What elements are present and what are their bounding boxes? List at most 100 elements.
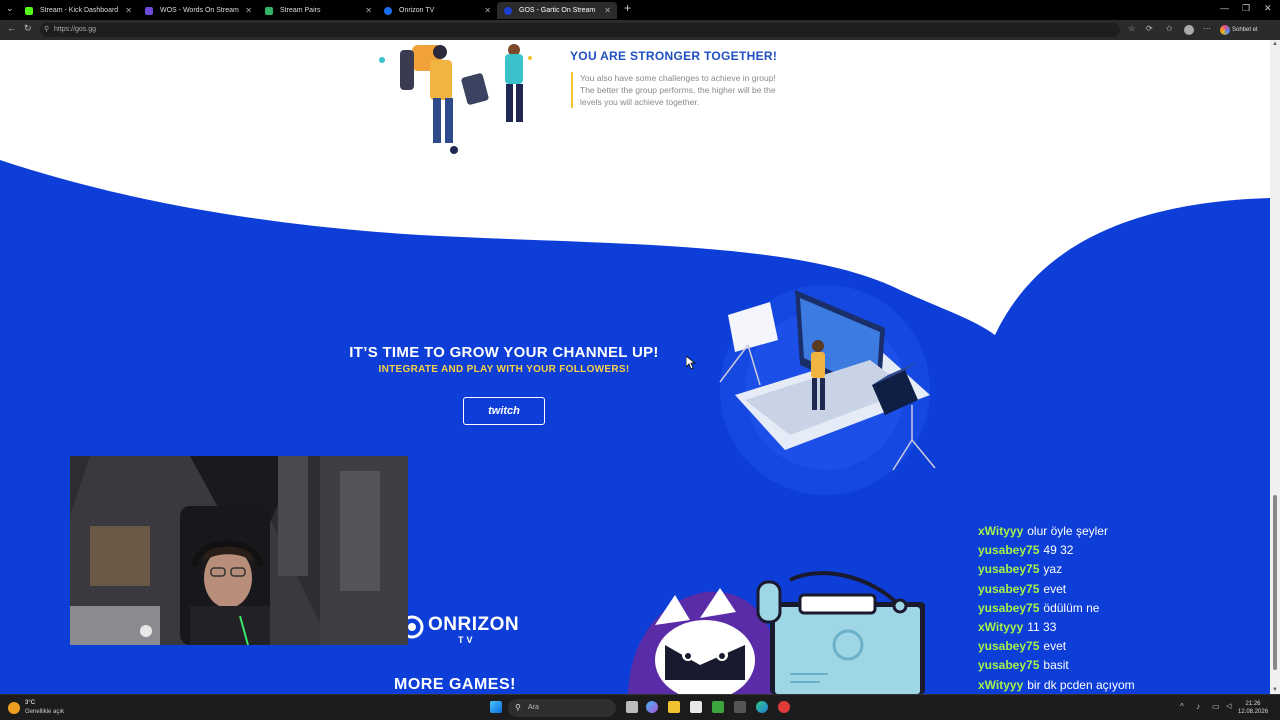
tab-label: WOS - Words On Stream <box>160 7 239 14</box>
store-icon[interactable] <box>690 701 702 713</box>
minimize-icon[interactable]: — <box>1220 3 1229 13</box>
system-clock[interactable]: 21:26 12.08.2026 <box>1238 700 1268 716</box>
twitch-login-button[interactable]: twitch <box>463 397 545 425</box>
chat-message: yusabey75 evet <box>978 637 1268 656</box>
scroll-up-icon[interactable]: ▲ <box>1272 41 1278 47</box>
file-explorer-icon[interactable] <box>668 701 680 713</box>
onrizon-wordmark: ONRIZON <box>428 614 520 635</box>
tab-label: Stream - Kick Dashboard <box>40 7 119 14</box>
chat-text: ödülüm ne <box>1043 600 1100 615</box>
clock-date: 12.08.2026 <box>1238 709 1269 715</box>
webcam-overlay <box>70 456 408 645</box>
chat-text: evet <box>1043 581 1067 596</box>
search-icon: ⚲ <box>515 703 521 712</box>
copilot-icon <box>1220 25 1230 35</box>
tab-menu-icon[interactable]: ⌄ <box>6 3 14 14</box>
chat-message: xWityyy bir dk pcden açıyom <box>978 676 1268 695</box>
chat-username: yusabey75 <box>978 581 1040 596</box>
chat-text: evet <box>1043 639 1067 654</box>
chat-message: yusabey75 basit <box>978 656 1268 675</box>
chat-text: yaz <box>1043 562 1063 577</box>
tab-label: GOS - Gartic On Stream <box>519 7 596 14</box>
new-tab-icon[interactable]: + <box>624 1 631 15</box>
kick-icon <box>25 7 33 15</box>
chat-text: olur öyle şeyler <box>1027 524 1108 538</box>
app-icon[interactable] <box>734 701 746 713</box>
grow-channel-subtitle: INTEGRATE AND PLAY WITH YOUR FOLLOWERS! <box>378 364 630 375</box>
onrizon-tv-label: TV <box>458 635 476 645</box>
chat-username: yusabey75 <box>978 658 1040 673</box>
copilot-taskbar-icon[interactable] <box>646 701 658 713</box>
close-icon[interactable]: ✕ <box>484 2 491 19</box>
streamer-webcam-image <box>70 456 408 645</box>
tab-wos[interactable]: WOS - Words On Stream ✕ <box>138 2 258 19</box>
start-icon[interactable] <box>490 701 502 713</box>
chat-username: yusabey75 <box>978 639 1040 654</box>
edge-icon[interactable] <box>756 701 768 713</box>
tray-overflow-icon[interactable]: ^ <box>1180 702 1184 711</box>
restore-icon[interactable]: ❐ <box>1242 3 1250 14</box>
copilot-label: Sohbet et <box>1232 27 1258 33</box>
profile-avatar[interactable] <box>1184 25 1194 35</box>
group-description: You also have some challenges to achieve… <box>571 72 781 108</box>
minecraft-icon[interactable] <box>712 701 724 713</box>
task-view-icon[interactable] <box>626 701 638 713</box>
chat-message: yusabey75 evet <box>978 580 1268 599</box>
chat-message: yusabey75 49 32 <box>978 541 1268 560</box>
favorite-star-icon[interactable]: ☆ <box>1128 24 1135 33</box>
clock-time: 21:26 <box>1245 701 1261 707</box>
microphone-icon[interactable]: ♪ <box>1196 702 1200 711</box>
tab-onrizon[interactable]: Onrizon TV ✕ <box>377 2 497 19</box>
page-scrollbar[interactable]: ▲ ▼ <box>1270 40 1280 694</box>
tab-kick-dashboard[interactable]: Stream - Kick Dashboard ✕ <box>18 2 138 19</box>
close-icon[interactable]: ✕ <box>245 2 252 19</box>
group-illustration <box>379 44 532 154</box>
address-bar-row: ← ↻ ⚲ https://gos.gg ☆ ⟳ ✩ ⋯ Sohbet et <box>0 20 1280 40</box>
site-info-icon[interactable]: ⚲ <box>44 23 49 37</box>
chat-username: xWityyy <box>978 619 1024 634</box>
taskbar-search[interactable]: ⚲ Ara <box>508 699 616 717</box>
obs-icon[interactable] <box>778 701 790 713</box>
scrollbar-thumb[interactable] <box>1273 495 1277 670</box>
weather-desc: Genellikle açık <box>25 709 65 715</box>
chat-message: xWityyy 11 33 <box>978 618 1268 637</box>
mouse-cursor-icon <box>686 356 696 370</box>
weather-temp: 3°C <box>25 700 36 706</box>
close-icon[interactable]: ✕ <box>365 2 372 19</box>
volume-icon[interactable]: ◁ <box>1226 702 1231 710</box>
url-field[interactable]: ⚲ https://gos.gg <box>40 23 1120 37</box>
tab-stream-pairs[interactable]: Stream Pairs ✕ <box>258 2 378 19</box>
chat-username: yusabey75 <box>978 562 1040 577</box>
close-icon[interactable]: ✕ <box>125 2 132 19</box>
twitch-label: twitch <box>488 405 520 417</box>
grow-channel-title: IT’S TIME TO GROW YOUR CHANNEL UP! <box>349 344 659 361</box>
gos-icon <box>504 7 512 15</box>
group-title: YOU ARE STRONGER TOGETHER! <box>570 49 778 63</box>
chat-text: 11 33 <box>1027 619 1057 634</box>
tab-strip: ⌄ Stream - Kick Dashboard ✕ WOS - Words … <box>0 0 1280 20</box>
chat-message: xWityyy olur öyle şeyler <box>978 522 1268 541</box>
url-text: https://gos.gg <box>54 26 97 33</box>
search-placeholder: Ara <box>528 704 539 711</box>
close-icon[interactable]: ✕ <box>604 2 611 19</box>
tab-gos[interactable]: GOS - Gartic On Stream ✕ <box>497 2 617 19</box>
copilot-button[interactable]: Sohbet et <box>1220 23 1258 37</box>
chat-text: basit <box>1043 658 1069 673</box>
network-icon[interactable]: ▭ <box>1212 702 1220 711</box>
taskbar: 3°C Genellikle açık ⚲ Ara ^ ♪ ▭ ◁ 21:26 … <box>0 694 1280 720</box>
chat-username: xWityyy <box>978 524 1024 538</box>
wos-icon <box>145 7 153 15</box>
favorites-icon[interactable]: ✩ <box>1166 24 1173 33</box>
more-menu-icon[interactable]: ⋯ <box>1203 24 1211 33</box>
extensions-icon[interactable]: ⟳ <box>1146 24 1153 33</box>
stream-pairs-icon <box>265 7 273 15</box>
chat-username: xWityyy <box>978 677 1024 692</box>
chat-username: yusabey75 <box>978 543 1040 558</box>
back-icon[interactable]: ← <box>7 23 16 33</box>
tab-label: Onrizon TV <box>399 7 435 14</box>
close-window-icon[interactable]: ✕ <box>1264 3 1272 14</box>
scroll-down-icon[interactable]: ▼ <box>1272 687 1278 693</box>
refresh-icon[interactable]: ↻ <box>24 23 32 34</box>
onrizon-icon <box>384 7 392 15</box>
tab-label: Stream Pairs <box>280 7 321 14</box>
